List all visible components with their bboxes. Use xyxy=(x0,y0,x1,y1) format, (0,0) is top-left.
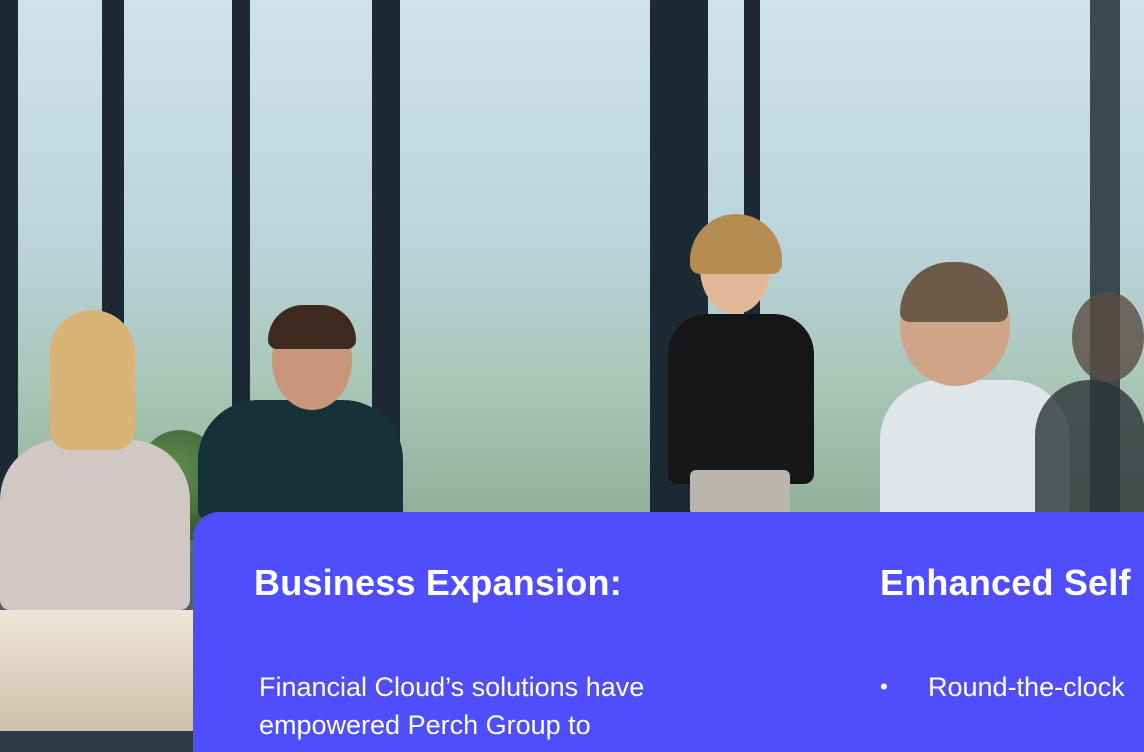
window-frame xyxy=(0,0,18,520)
section-title-enhanced-self: Enhanced Self xyxy=(880,562,1131,603)
bullet-text: Round-the-clock xyxy=(928,672,1125,702)
section-title-business-expansion: Business Expansion: xyxy=(254,562,622,603)
section-body-line: empowered Perch Group to xyxy=(259,710,591,740)
bullet-marker: • xyxy=(880,674,888,699)
section-body-line: Financial Cloud’s solutions have xyxy=(259,672,645,702)
